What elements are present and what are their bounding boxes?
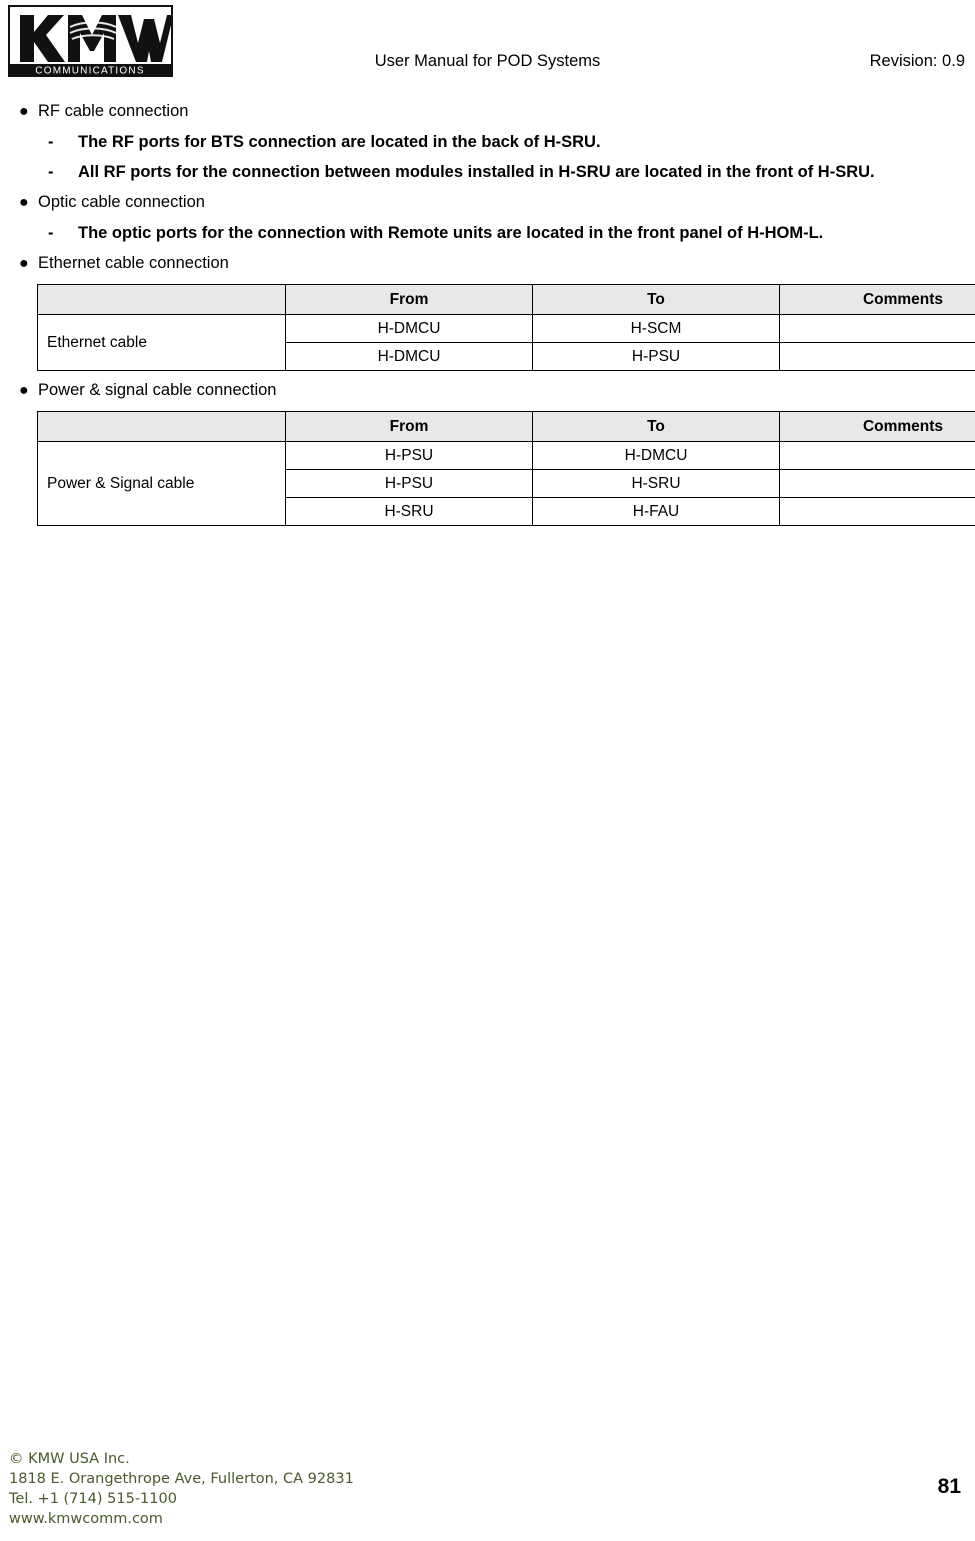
column-header-to: To xyxy=(532,284,780,315)
header-title: User Manual for POD Systems xyxy=(374,52,601,70)
column-header-comments: Comments xyxy=(779,411,975,442)
dash-mark-icon: - xyxy=(48,163,54,181)
footer-line-copyright: © KMW USA Inc. xyxy=(9,1451,130,1467)
table-body: Power & Signal cable H-PSU H-DMCU H-PSU … xyxy=(37,441,975,526)
dash-text: All RF ports for the connection between … xyxy=(78,163,875,181)
dash-item-optic-1: - The optic ports for the connection wit… xyxy=(0,218,975,248)
cell-from: H-DMCU xyxy=(285,342,533,371)
cell-to: H-SCM xyxy=(532,314,780,343)
bullet-text: Optic cable connection xyxy=(38,193,205,211)
table-header-row: From To Comments xyxy=(37,284,975,315)
bullet-text: Power & signal cable connection xyxy=(38,381,277,399)
dash-text: The optic ports for the connection with … xyxy=(78,224,824,242)
dash-mark-icon: - xyxy=(48,133,54,151)
dash-text: The RF ports for BTS connection are loca… xyxy=(78,133,601,151)
bullet-text: Ethernet cable connection xyxy=(38,254,229,272)
footer-line-phone: Tel. +1 (714) 515-1100 xyxy=(9,1491,177,1507)
bullet-item-rf-cable: ● RF cable connection xyxy=(0,96,975,127)
cell-to: H-FAU xyxy=(532,497,780,526)
cell-to: H-DMCU xyxy=(532,441,780,470)
bullet-item-optic-cable: ● Optic cable connection xyxy=(0,187,975,218)
bullet-dot-icon: ● xyxy=(19,103,29,120)
bullet-dot-icon: ● xyxy=(19,255,29,272)
cell-from: H-PSU xyxy=(285,469,533,498)
cell-to: H-SRU xyxy=(532,469,780,498)
column-header-blank xyxy=(37,284,286,315)
cell-comments xyxy=(779,314,975,343)
cell-from: H-DMCU xyxy=(285,314,533,343)
page-header: COMMUNICATIONS User Manual for POD Syste… xyxy=(0,0,975,92)
footer-line-website[interactable]: www.kmwcomm.com xyxy=(9,1509,354,1529)
dash-item-rf-2: - All RF ports for the connection betwee… xyxy=(0,157,975,187)
cell-comments xyxy=(779,497,975,526)
document-body: ● RF cable connection - The RF ports for… xyxy=(0,96,975,530)
kmw-logo: COMMUNICATIONS xyxy=(8,5,173,83)
table-header: From To Comments xyxy=(37,411,975,442)
table-header: From To Comments xyxy=(37,284,975,315)
bullet-item-power-signal-cable: ● Power & signal cable connection xyxy=(0,375,975,406)
bullet-dot-icon: ● xyxy=(19,382,29,399)
ethernet-connection-table: From To Comments Ethernet cable H-DMCU H… xyxy=(37,284,975,371)
bullet-dot-icon: ● xyxy=(19,194,29,211)
cell-comments xyxy=(779,469,975,498)
footer-company-info: © KMW USA Inc. 1818 E. Orangethrope Ave,… xyxy=(9,1449,354,1529)
page-footer: © KMW USA Inc. 1818 E. Orangethrope Ave,… xyxy=(0,1451,975,1541)
table-row: Ethernet cable H-DMCU H-SCM xyxy=(37,314,975,371)
header-revision: Revision: 0.9 xyxy=(869,52,965,70)
cell-comments xyxy=(779,342,975,371)
dash-item-rf-1: - The RF ports for BTS connection are lo… xyxy=(0,127,975,157)
page-number: 81 xyxy=(937,1475,961,1498)
table-body: Ethernet cable H-DMCU H-SCM H-DMCU H-PSU xyxy=(37,314,975,371)
cell-from: H-PSU xyxy=(285,441,533,470)
table-header-row: From To Comments xyxy=(37,411,975,442)
row-label-power-signal-cable: Power & Signal cable xyxy=(37,441,286,526)
column-header-from: From xyxy=(285,411,533,442)
column-header-from: From xyxy=(285,284,533,315)
row-label-ethernet-cable: Ethernet cable xyxy=(37,314,286,371)
cell-to: H-PSU xyxy=(532,342,780,371)
column-header-to: To xyxy=(532,411,780,442)
power-signal-connection-table: From To Comments Power & Signal cable H-… xyxy=(37,411,975,526)
table-row: Power & Signal cable H-PSU H-DMCU xyxy=(37,441,975,526)
cell-from: H-SRU xyxy=(285,497,533,526)
dash-mark-icon: - xyxy=(48,224,54,242)
footer-line-address: 1818 E. Orangethrope Ave, Fullerton, CA … xyxy=(9,1471,354,1487)
bullet-text: RF cable connection xyxy=(38,102,189,120)
cell-comments xyxy=(779,441,975,470)
column-header-blank xyxy=(37,411,286,442)
bullet-item-ethernet-cable: ● Ethernet cable connection xyxy=(0,248,975,279)
kmw-logo-icon: COMMUNICATIONS xyxy=(8,5,173,77)
column-header-comments: Comments xyxy=(779,284,975,315)
